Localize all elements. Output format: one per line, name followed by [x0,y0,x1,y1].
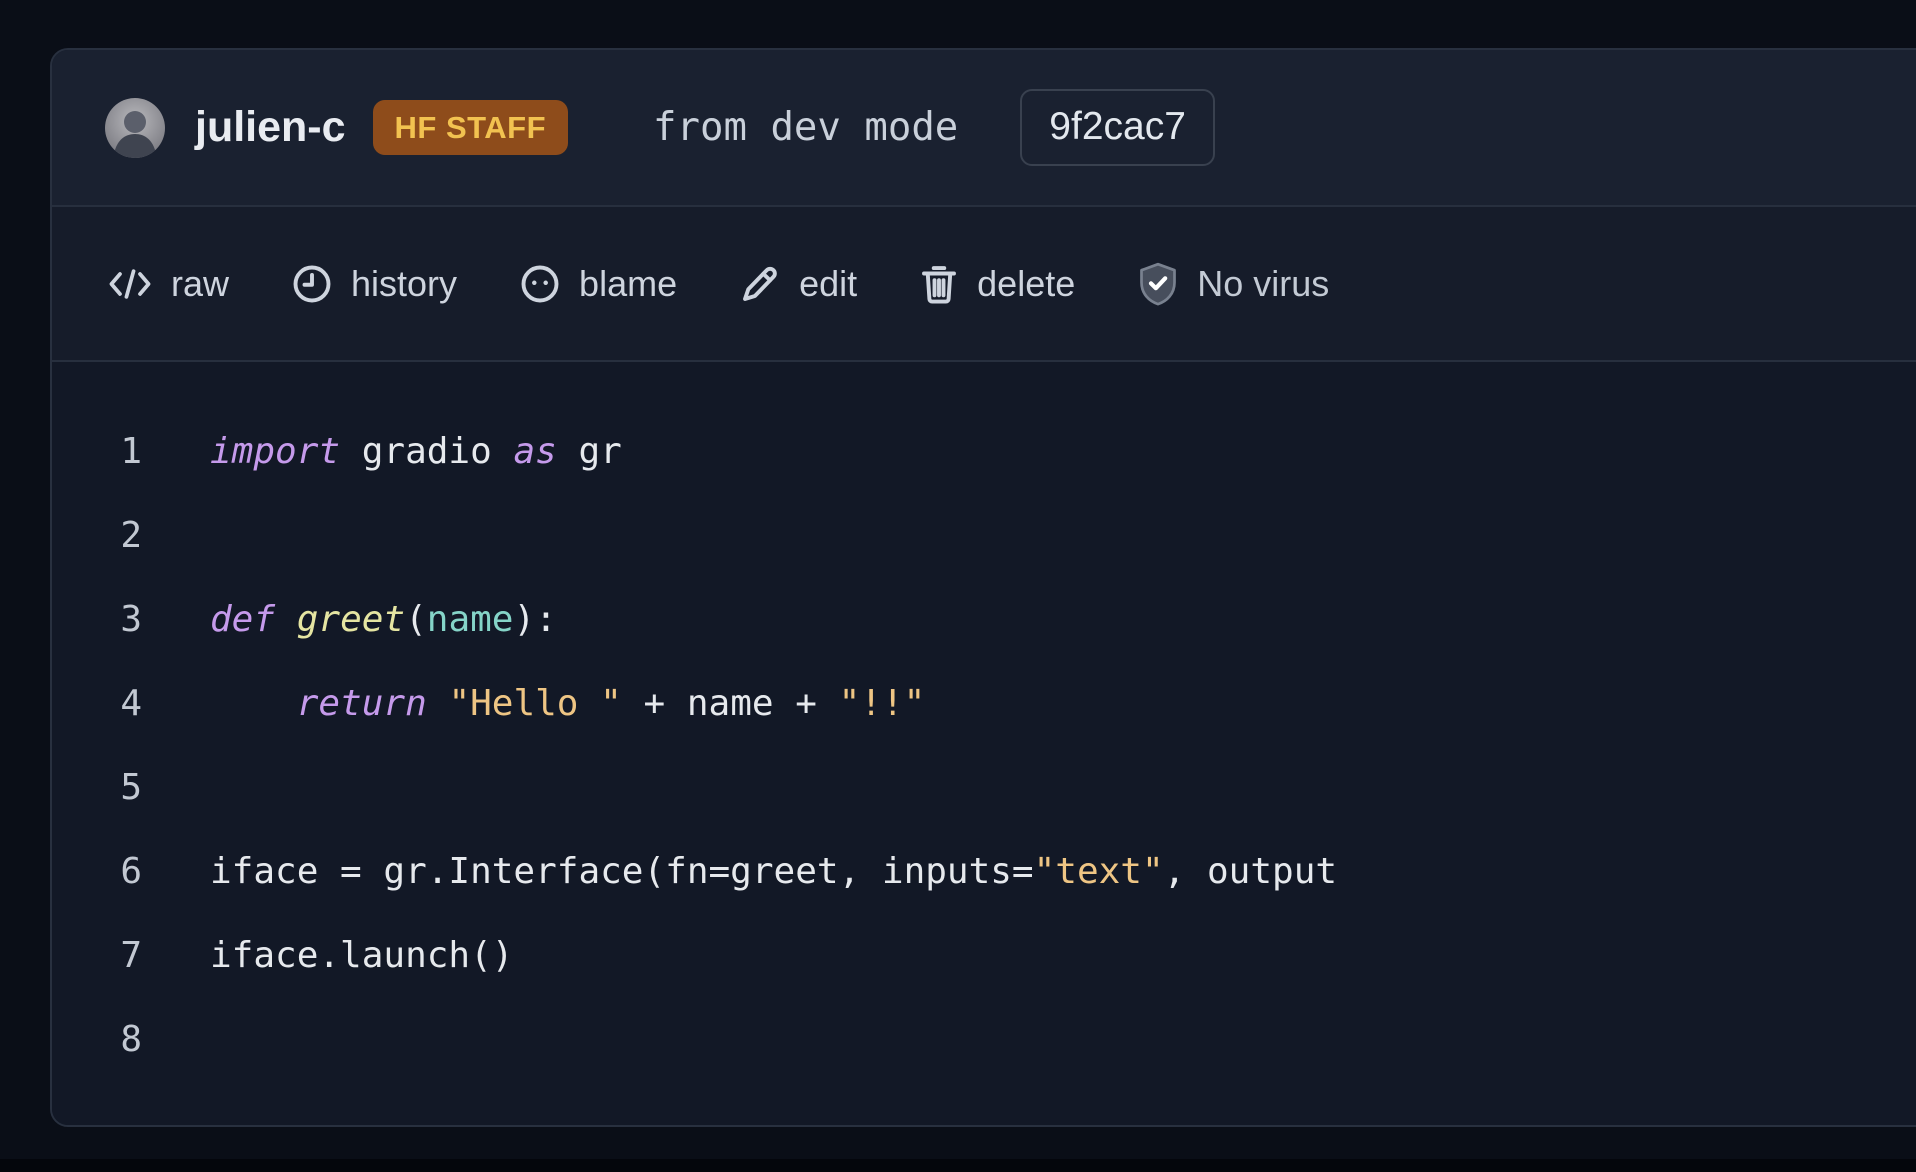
code-line: 1 import gradio as gr [52,410,1916,494]
line-number[interactable]: 6 [52,830,142,914]
tool-label: history [351,263,457,305]
code-line: 8 [52,998,1916,1082]
line-number[interactable]: 3 [52,578,142,662]
code-icon [107,264,153,304]
code-text: iface = gr.Interface(fn=greet, inputs="t… [210,830,1337,914]
line-number[interactable]: 5 [52,746,142,830]
code-line: 6 iface = gr.Interface(fn=greet, inputs="… [52,830,1916,914]
code-viewer: 1 import gradio as gr 23 def greet(name):4 … [52,362,1916,1125]
file-toolbar: raw history blame edit delete No virus [52,207,1916,362]
commit-hash-button[interactable]: 9f2cac7 [1020,89,1215,166]
file-viewer-card: julien-c HF STAFF from dev mode 9f2cac7 … [50,48,1916,1127]
history-button[interactable]: history [291,263,457,305]
status-label: No virus [1197,263,1329,305]
tool-label: edit [799,263,857,305]
pencil-icon [739,263,781,305]
avatar-person-icon [105,98,165,158]
delete-button[interactable]: delete [919,263,1075,305]
line-number[interactable]: 8 [52,998,142,1082]
tool-label: raw [171,263,229,305]
clock-icon [291,263,333,305]
bottom-divider [0,1159,1916,1172]
tool-label: blame [579,263,677,305]
edit-button[interactable]: edit [739,263,857,305]
trash-icon [919,263,959,305]
commit-message-link[interactable]: from dev mode [653,105,958,150]
code-line: 2 [52,494,1916,578]
code-line: 7 iface.launch() [52,914,1916,998]
line-number[interactable]: 2 [52,494,142,578]
raw-button[interactable]: raw [107,263,229,305]
virus-scan-status: No virus [1137,261,1329,307]
tool-label: delete [977,263,1075,305]
code-text: import gradio as gr [210,410,622,494]
username-link[interactable]: julien-c [195,103,346,152]
commit-header: julien-c HF STAFF from dev mode 9f2cac7 [52,50,1916,207]
line-number[interactable]: 1 [52,410,142,494]
code-line: 3 def greet(name): [52,578,1916,662]
code-text: return "Hello " + name + "!!" [210,662,925,746]
avatar[interactable] [105,98,165,158]
smiley-icon [519,263,561,305]
line-number[interactable]: 7 [52,914,142,998]
code-line: 4 return "Hello " + name + "!!" [52,662,1916,746]
blame-button[interactable]: blame [519,263,677,305]
code-line: 5 [52,746,1916,830]
code-text: def greet(name): [210,578,557,662]
shield-check-icon [1137,261,1179,307]
code-text: iface.launch() [210,914,513,998]
line-number[interactable]: 4 [52,662,142,746]
hf-staff-badge: HF STAFF [373,100,569,155]
